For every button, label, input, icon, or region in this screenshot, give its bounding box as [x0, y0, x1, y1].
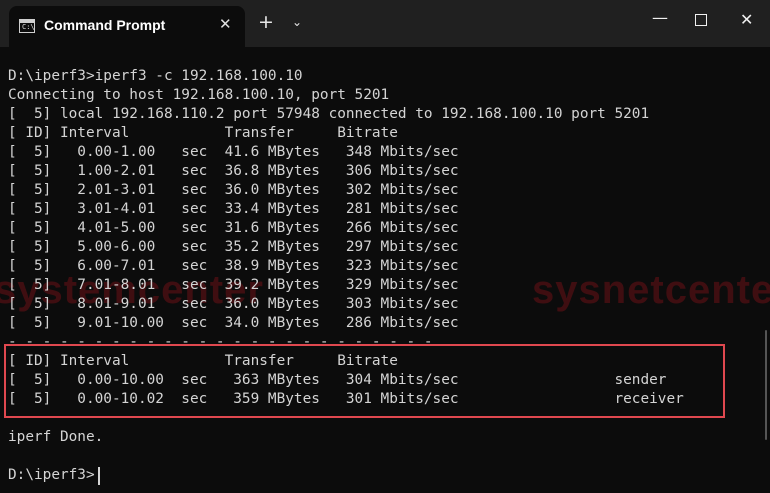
terminal-icon-text: C:\ — [22, 23, 35, 31]
terminal-line: [ 5] 8.01-9.01 sec 36.0 MBytes 303 Mbits… — [8, 296, 459, 312]
title-bar: C:\ Command Prompt ✕ + ⌄ — ✕ — [0, 0, 770, 47]
command-prompt-window: C:\ Command Prompt ✕ + ⌄ — ✕ systemcente… — [0, 0, 770, 493]
scrollbar[interactable] — [765, 330, 767, 440]
terminal-line: Connecting to host 192.168.100.10, port … — [8, 87, 390, 103]
terminal-line: [ 5] 2.01-3.01 sec 36.0 MBytes 302 Mbits… — [8, 182, 459, 198]
new-tab-icon[interactable]: + — [258, 12, 274, 32]
terminal-line: [ 5] 7.01-8.01 sec 39.2 MBytes 329 Mbits… — [8, 277, 459, 293]
terminal-line: D:\iperf3>iperf3 -c 192.168.100.10 — [8, 68, 303, 84]
terminal-icon: C:\ — [19, 19, 35, 33]
tab-title: Command Prompt — [44, 17, 166, 33]
terminal-line: [ 5] 0.00-1.00 sec 41.6 MBytes 348 Mbits… — [8, 144, 459, 160]
maximize-icon[interactable] — [695, 14, 707, 26]
close-window-icon[interactable]: ✕ — [740, 10, 753, 29]
terminal-line: [ 5] 1.00-2.01 sec 36.8 MBytes 306 Mbits… — [8, 163, 459, 179]
terminal-line: [ ID] Interval Transfer Bitrate — [8, 125, 398, 141]
minimize-icon[interactable]: — — [652, 8, 668, 27]
terminal-line: [ 5] 5.00-6.00 sec 35.2 MBytes 297 Mbits… — [8, 239, 459, 255]
summary-highlight-box — [4, 344, 725, 418]
watermark-right: sysnetcenter — [532, 268, 770, 312]
terminal-line: [ 5] 6.00-7.01 sec 38.9 MBytes 323 Mbits… — [8, 258, 459, 274]
chevron-down-icon[interactable]: ⌄ — [292, 15, 302, 29]
terminal-line: [ 5] 9.01-10.00 sec 34.0 MBytes 286 Mbit… — [8, 315, 459, 331]
terminal-line: [ 5] 3.01-4.01 sec 33.4 MBytes 281 Mbits… — [8, 201, 459, 217]
terminal-prompt[interactable]: D:\iperf3> — [8, 466, 95, 485]
terminal-line: [ 5] local 192.168.110.2 port 57948 conn… — [8, 106, 650, 122]
terminal-line: [ 5] 4.01-5.00 sec 31.6 MBytes 266 Mbits… — [8, 220, 459, 236]
tab-command-prompt[interactable]: C:\ Command Prompt ✕ — [9, 6, 245, 47]
close-tab-icon[interactable]: ✕ — [219, 15, 232, 33]
terminal-line: iperf Done. — [8, 429, 104, 445]
text-cursor — [98, 467, 100, 485]
